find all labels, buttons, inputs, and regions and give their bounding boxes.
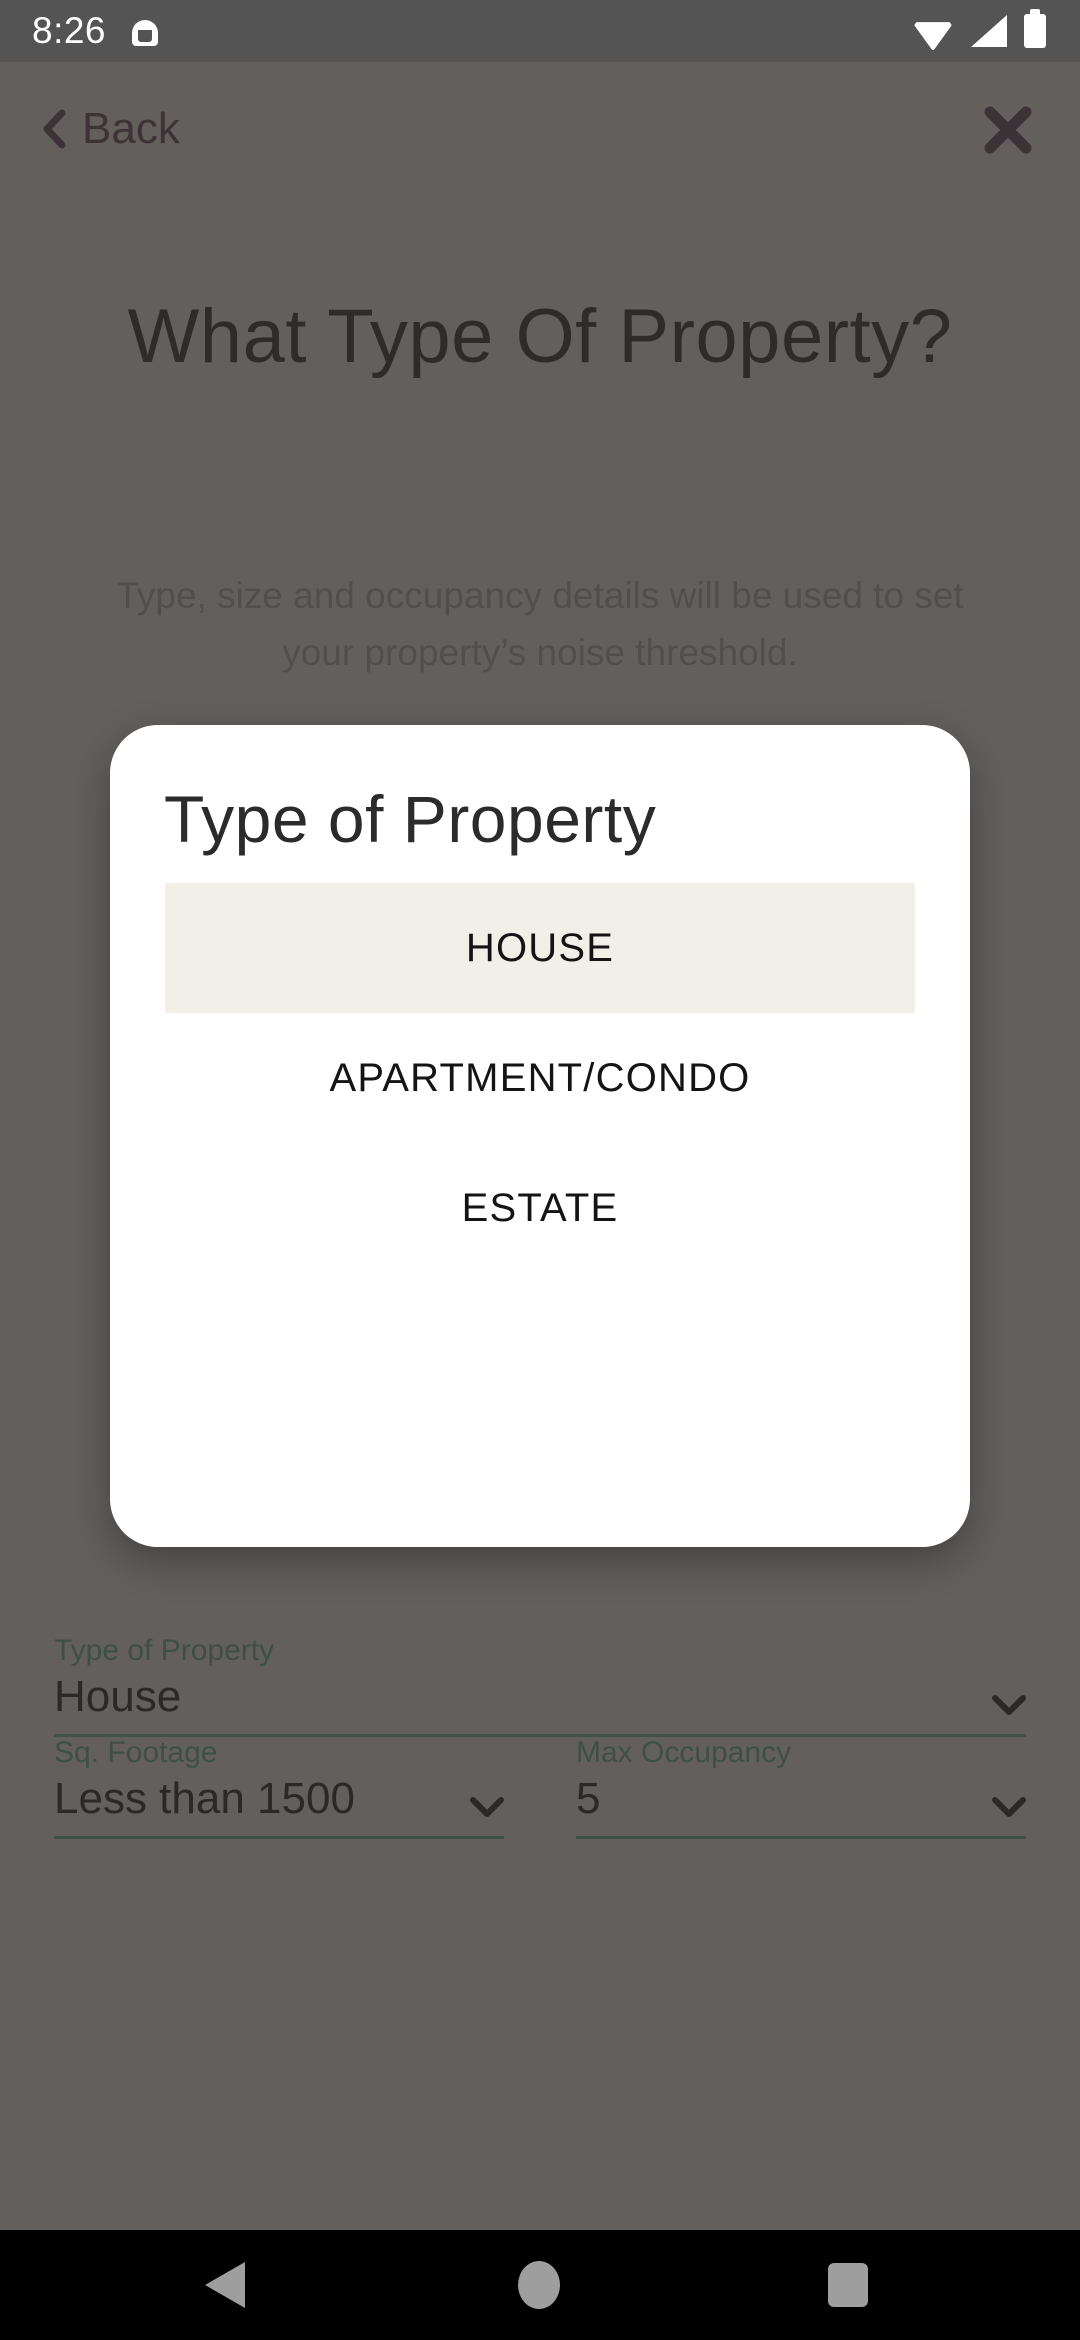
dialog-option-apartment-condo[interactable]: APARTMENT/CONDO	[110, 1013, 970, 1143]
android-nav-bar	[0, 2230, 1080, 2340]
status-clock: 8:26	[32, 10, 107, 51]
android-debug-icon	[132, 16, 159, 46]
dialog-option-label: HOUSE	[465, 925, 615, 970]
type-of-property-dialog: Type of Property HOUSE APARTMENT/CONDO E…	[110, 725, 970, 1547]
dialog-option-list: HOUSE APARTMENT/CONDO ESTATE	[110, 883, 970, 1273]
status-icons	[912, 9, 1046, 48]
dialog-option-label: APARTMENT/CONDO	[329, 1055, 751, 1100]
phone-screen: 8:26 Back What Type Of Property? Type, s…	[0, 0, 1080, 2340]
nav-home-circle-icon[interactable]	[518, 2261, 560, 2309]
dialog-option-label: ESTATE	[461, 1185, 619, 1230]
nav-back-triangle-icon[interactable]	[205, 2262, 245, 2308]
dialog-option-estate[interactable]: ESTATE	[110, 1143, 970, 1273]
dialog-option-house[interactable]: HOUSE	[165, 883, 915, 1013]
nav-recents-square-icon[interactable]	[828, 2263, 868, 2307]
cellular-signal-icon	[971, 15, 1007, 47]
dialog-title: Type of Property	[164, 782, 657, 856]
wifi-icon	[912, 16, 954, 46]
status-bar: 8:26	[0, 0, 1080, 62]
battery-icon	[1024, 9, 1046, 48]
